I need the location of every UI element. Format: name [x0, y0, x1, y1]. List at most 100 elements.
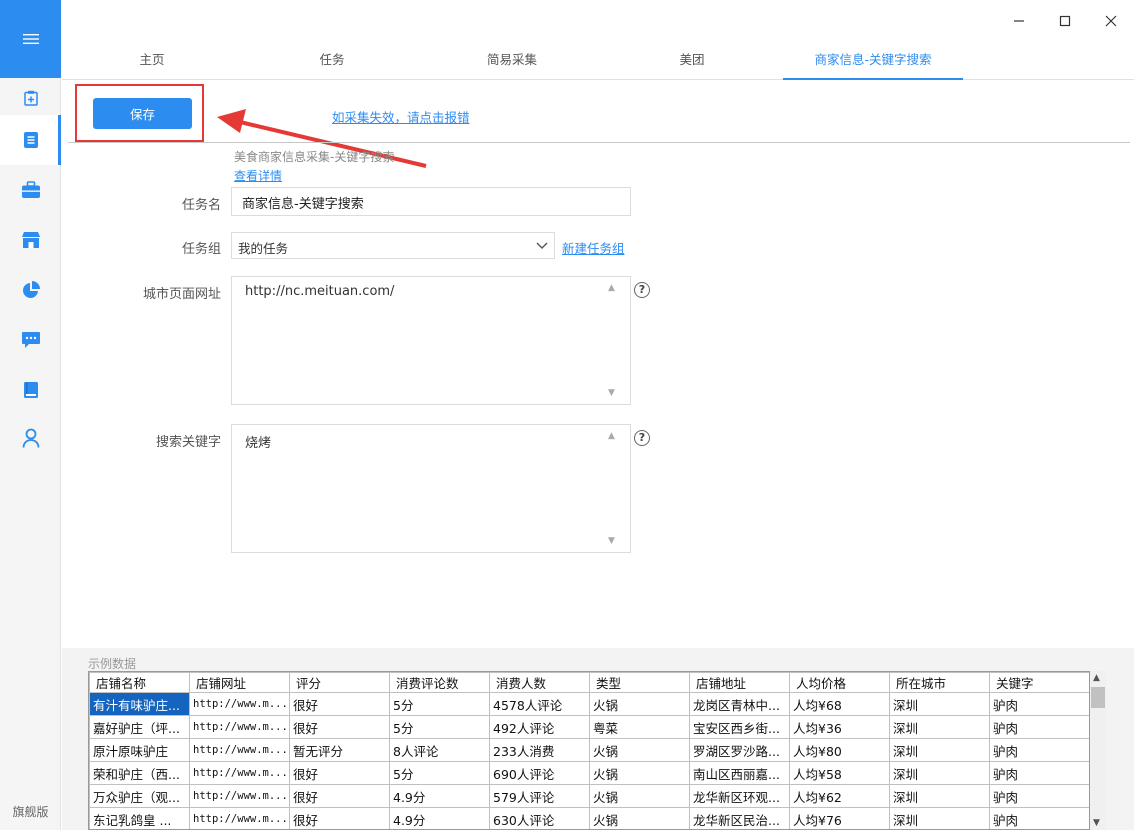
textarea-scrollbar[interactable]: ▲ ▼: [606, 281, 620, 400]
textarea-scrollbar[interactable]: ▲ ▼: [606, 429, 620, 548]
sidebar-item-tasks[interactable]: [0, 115, 61, 165]
table-cell[interactable]: 东记乳鸽皇 ...: [89, 807, 190, 829]
sidebar-item-toolbox[interactable]: [0, 170, 61, 210]
column-header[interactable]: 消费人数: [489, 672, 590, 693]
table-cell[interactable]: 深圳: [889, 738, 990, 762]
sidebar-item-statistics[interactable]: [0, 270, 61, 310]
table-cell[interactable]: 人均¥36: [789, 715, 890, 739]
table-cell[interactable]: 人均¥58: [789, 761, 890, 785]
tab-meituan[interactable]: 美团: [632, 42, 752, 80]
scrollbar-thumb[interactable]: [1091, 687, 1105, 708]
table-cell[interactable]: 龙岗区青林中...: [689, 692, 790, 716]
sidebar-item-store[interactable]: [0, 220, 61, 260]
city-url-textarea[interactable]: http://nc.meituan.com/ ▲ ▼: [231, 276, 631, 405]
table-row[interactable]: 东记乳鸽皇 ... http://www.m... 很好 4.9分 630人评论…: [89, 807, 1089, 829]
table-cell[interactable]: 驴肉: [989, 784, 1089, 808]
table-cell[interactable]: 罗湖区罗沙路...: [689, 738, 790, 762]
table-cell[interactable]: 南山区西丽嘉...: [689, 761, 790, 785]
report-error-link[interactable]: 如采集失效，请点击报错: [332, 107, 470, 126]
table-cell[interactable]: 宝安区西乡街...: [689, 715, 790, 739]
table-cell[interactable]: 5分: [389, 761, 490, 785]
close-button[interactable]: [1088, 0, 1134, 42]
column-header[interactable]: 评分: [289, 672, 390, 693]
column-header[interactable]: 店铺地址: [689, 672, 790, 693]
task-name-input[interactable]: 商家信息-关键字搜索: [231, 187, 631, 216]
table-cell[interactable]: 火锅: [589, 761, 690, 785]
table-cell[interactable]: 很好: [289, 692, 390, 716]
table-row[interactable]: 万众驴庄（观... http://www.m... 很好 4.9分 579人评论…: [89, 784, 1089, 808]
table-cell[interactable]: 原汁原味驴庄: [89, 738, 190, 762]
sidebar-item-messages[interactable]: [0, 320, 61, 360]
table-cell[interactable]: 万众驴庄（观...: [89, 784, 190, 808]
table-cell[interactable]: 很好: [289, 715, 390, 739]
table-cell[interactable]: 火锅: [589, 738, 690, 762]
table-cell[interactable]: 8人评论: [389, 738, 490, 762]
table-cell[interactable]: http://www.m...: [189, 715, 290, 739]
grid-vertical-scrollbar[interactable]: ▲ ▼: [1090, 671, 1106, 830]
table-cell[interactable]: 深圳: [889, 692, 990, 716]
scroll-down-icon[interactable]: ▼: [1093, 818, 1100, 828]
column-header[interactable]: 消费评论数: [389, 672, 490, 693]
table-cell[interactable]: 深圳: [889, 761, 990, 785]
table-cell[interactable]: 深圳: [889, 784, 990, 808]
minimize-button[interactable]: [996, 0, 1042, 42]
tab-home[interactable]: 主页: [92, 42, 212, 80]
tab-tasks[interactable]: 任务: [272, 42, 392, 80]
table-cell[interactable]: 粤菜: [589, 715, 690, 739]
table-cell[interactable]: 很好: [289, 784, 390, 808]
table-row[interactable]: 荣和驴庄（西... http://www.m... 很好 5分 690人评论 火…: [89, 761, 1089, 785]
table-cell[interactable]: 人均¥76: [789, 807, 890, 829]
tab-simple-collect[interactable]: 简易采集: [452, 42, 572, 80]
view-details-link[interactable]: 查看详情: [234, 167, 282, 184]
table-cell[interactable]: 630人评论: [489, 807, 590, 829]
column-header[interactable]: 店铺网址: [189, 672, 290, 693]
table-cell[interactable]: 5分: [389, 715, 490, 739]
table-cell[interactable]: 233人消费: [489, 738, 590, 762]
table-cell[interactable]: 人均¥68: [789, 692, 890, 716]
maximize-button[interactable]: [1042, 0, 1088, 42]
sidebar-item-new-task[interactable]: [0, 78, 61, 118]
table-cell[interactable]: 暂无评分: [289, 738, 390, 762]
table-cell[interactable]: 很好: [289, 761, 390, 785]
keyword-help-icon[interactable]: ?: [634, 430, 650, 446]
task-group-select[interactable]: 我的任务: [231, 232, 555, 259]
table-cell[interactable]: 579人评论: [489, 784, 590, 808]
table-cell[interactable]: 驴肉: [989, 715, 1089, 739]
table-cell[interactable]: 深圳: [889, 807, 990, 829]
table-cell[interactable]: 人均¥80: [789, 738, 890, 762]
scroll-up-icon[interactable]: ▲: [1093, 673, 1100, 683]
table-cell[interactable]: 驴肉: [989, 738, 1089, 762]
table-cell[interactable]: http://www.m...: [189, 784, 290, 808]
table-cell[interactable]: 火锅: [589, 692, 690, 716]
table-cell[interactable]: http://www.m...: [189, 692, 290, 716]
sidebar-item-account[interactable]: [0, 418, 61, 458]
table-cell[interactable]: 嘉好驴庄（坪...: [89, 715, 190, 739]
table-cell[interactable]: 人均¥62: [789, 784, 890, 808]
table-cell[interactable]: 很好: [289, 807, 390, 829]
table-cell[interactable]: http://www.m...: [189, 807, 290, 829]
table-cell[interactable]: 492人评论: [489, 715, 590, 739]
table-cell[interactable]: 龙华新区环观...: [689, 784, 790, 808]
table-cell[interactable]: 荣和驴庄（西...: [89, 761, 190, 785]
sidebar-item-tutorial[interactable]: [0, 370, 61, 410]
keyword-textarea[interactable]: 烧烤 ▲ ▼: [231, 424, 631, 553]
table-cell[interactable]: 深圳: [889, 715, 990, 739]
table-cell[interactable]: 驴肉: [989, 692, 1089, 716]
table-cell[interactable]: 4.9分: [389, 784, 490, 808]
table-cell[interactable]: 驴肉: [989, 761, 1089, 785]
column-header[interactable]: 类型: [589, 672, 690, 693]
table-cell[interactable]: 4578人评论: [489, 692, 590, 716]
menu-button[interactable]: [0, 0, 61, 78]
new-task-group-link[interactable]: 新建任务组: [562, 238, 625, 257]
column-header[interactable]: 关键字: [989, 672, 1089, 693]
tab-merchant-keyword-search[interactable]: 商家信息-关键字搜索: [783, 42, 963, 80]
column-header[interactable]: 所在城市: [889, 672, 990, 693]
table-row[interactable]: 有汁有味驴庄... http://www.m... 很好 5分 4578人评论 …: [89, 692, 1089, 716]
sample-data-grid[interactable]: 店铺名称 店铺网址 评分 消费评论数 消费人数 类型 店铺地址 人均价格 所在城…: [88, 671, 1090, 830]
city-url-help-icon[interactable]: ?: [634, 282, 650, 298]
column-header[interactable]: 人均价格: [789, 672, 890, 693]
table-cell[interactable]: 690人评论: [489, 761, 590, 785]
table-cell[interactable]: 5分: [389, 692, 490, 716]
table-cell[interactable]: http://www.m...: [189, 738, 290, 762]
table-cell[interactable]: 火锅: [589, 807, 690, 829]
